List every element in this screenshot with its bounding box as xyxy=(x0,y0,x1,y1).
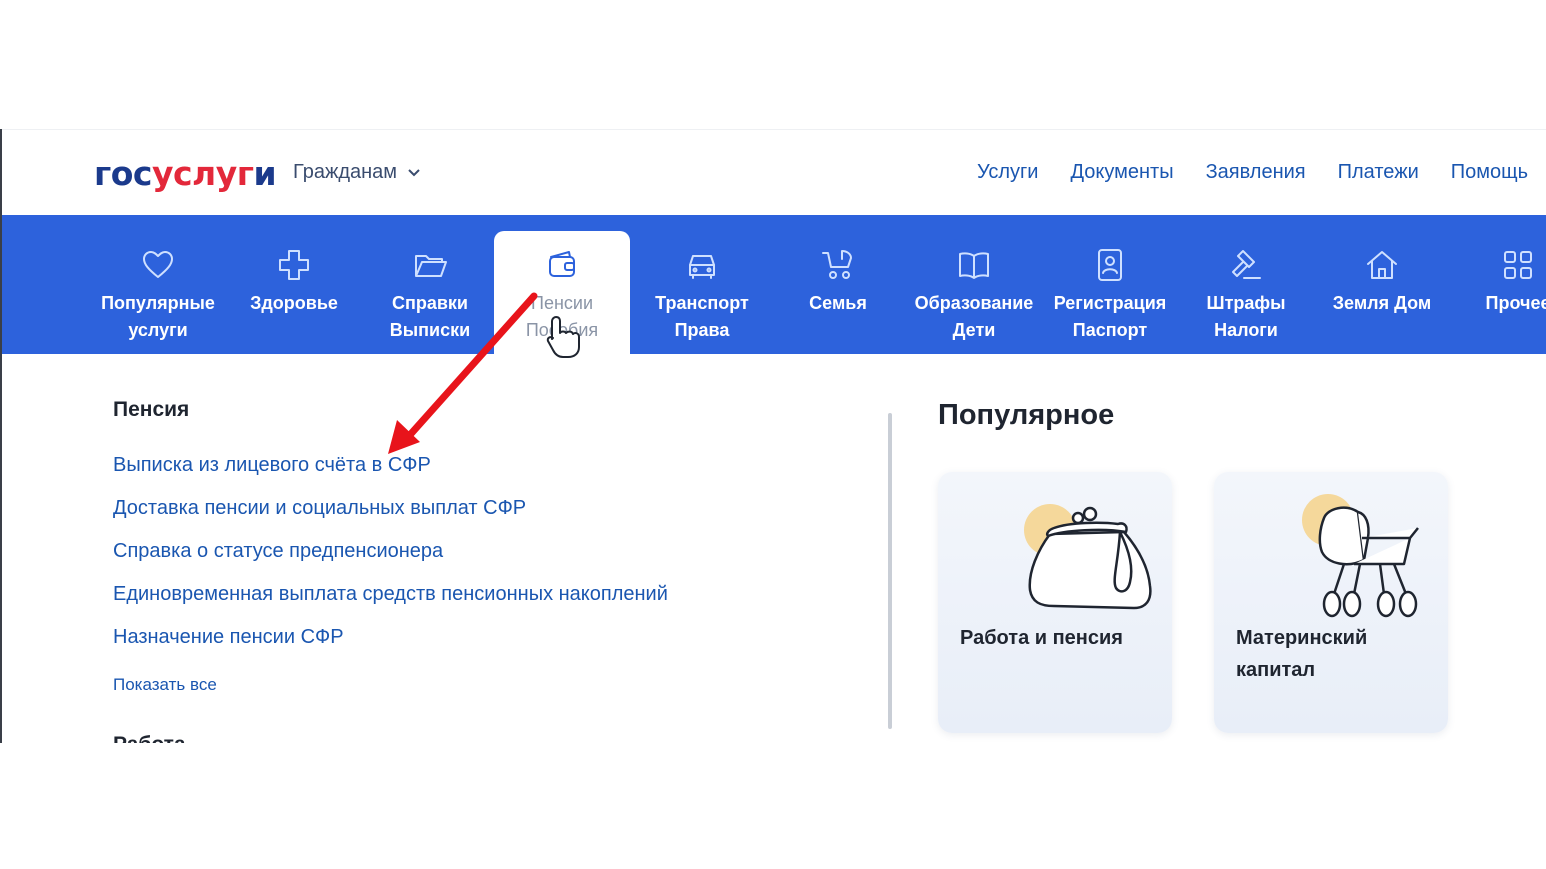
popular-card-work-pension[interactable]: Работа и пенсия xyxy=(938,472,1172,733)
chevron-down-icon xyxy=(408,168,420,176)
folder-icon xyxy=(415,255,447,277)
link-sfr-account-statement[interactable]: Выписка из лицевого счёта в СФР xyxy=(113,451,668,494)
category-health[interactable]: Здоровье xyxy=(226,215,362,354)
nav-applications[interactable]: Заявления xyxy=(1206,161,1306,184)
audience-dropdown-label: Гражданам xyxy=(293,161,398,183)
category-transport-line2: Права xyxy=(674,320,730,340)
id-card-icon xyxy=(1098,249,1122,281)
nav-payments[interactable]: Платежи xyxy=(1338,161,1419,184)
stroller-icon xyxy=(822,250,852,279)
audience-dropdown[interactable]: Гражданам xyxy=(293,161,421,184)
category-pensions-line2: Пособия xyxy=(525,320,599,340)
link-pension-delivery[interactable]: Доставка пенсии и социальных выплат СФР xyxy=(113,494,668,537)
link-pension-assignment[interactable]: Назначение пенсии СФР xyxy=(113,623,668,666)
link-lump-sum-payment[interactable]: Единовременная выплата средств пенсионны… xyxy=(113,580,668,623)
category-certificates[interactable]: Справки Выписки xyxy=(362,215,498,354)
site-header: госуслуги Гражданам Услуги Документы Зая… xyxy=(2,129,1546,215)
category-education-line2: Дети xyxy=(952,320,996,340)
wallet-icon xyxy=(549,251,575,277)
purse-icon xyxy=(1028,506,1152,610)
section-title-pension: Пенсия xyxy=(113,398,190,421)
browser-page: госуслуги Гражданам Услуги Документы Зая… xyxy=(0,129,1546,743)
category-family-line1: Семья xyxy=(809,293,867,313)
baby-carriage-icon xyxy=(1318,506,1419,618)
category-other[interactable]: Прочее xyxy=(1450,215,1546,354)
category-fines[interactable]: Штрафы Налоги xyxy=(1178,215,1314,354)
category-family[interactable]: Семья xyxy=(770,215,906,354)
link-prepensioner-certificate[interactable]: Справка о статусе предпенсионера xyxy=(113,537,668,580)
pension-links-list: Выписка из лицевого счёта в СФР Доставка… xyxy=(113,451,668,666)
gavel-icon xyxy=(1232,250,1261,279)
category-pensions-line1: Пенсии xyxy=(531,293,593,313)
category-bar: Популярные услуги Здоровье Справки Выписки… xyxy=(2,215,1546,354)
heart-icon xyxy=(143,251,173,278)
category-pensions[interactable]: Пенсии Пособия xyxy=(494,231,630,354)
category-transport-line1: Транспорт xyxy=(655,293,749,313)
category-fines-line2: Налоги xyxy=(1214,320,1278,340)
popular-card-maternity-capital[interactable]: Материнский капитал xyxy=(1214,472,1448,733)
scrollbar[interactable] xyxy=(888,413,892,729)
top-navigation: Услуги Документы Заявления Платежи Помощ… xyxy=(977,161,1528,184)
show-all-link[interactable]: Показать все xyxy=(113,675,217,695)
category-certificates-line2: Выписки xyxy=(389,320,471,340)
category-other-line1: Прочее xyxy=(1485,293,1546,313)
category-health-line1: Здоровье xyxy=(250,293,338,313)
gosuslugi-logo[interactable]: госуслуги xyxy=(94,154,277,193)
house-icon xyxy=(1367,251,1397,279)
category-transport[interactable]: Транспорт Права xyxy=(634,215,770,354)
category-certificates-line1: Справки xyxy=(391,293,469,313)
nav-services[interactable]: Услуги xyxy=(977,161,1039,184)
car-icon xyxy=(689,255,715,279)
category-land-house-line1: Земля Дом xyxy=(1332,293,1432,313)
category-popular-line1: Популярные xyxy=(101,293,215,313)
category-education-line1: Образование xyxy=(914,293,1034,313)
category-popular-line2: услуги xyxy=(128,320,188,340)
grid-icon xyxy=(1504,251,1532,279)
nav-documents[interactable]: Документы xyxy=(1070,161,1173,184)
category-popular[interactable]: Популярные услуги xyxy=(90,215,226,354)
category-registration-line1: Регистрация xyxy=(1053,293,1167,313)
category-registration[interactable]: Регистрация Паспорт xyxy=(1042,215,1178,354)
popular-title: Популярное xyxy=(938,399,1115,431)
book-icon xyxy=(959,252,989,279)
popular-card-maternity-capital-label: Материнский капитал xyxy=(1236,627,1368,681)
section-title-work: Работа xyxy=(113,733,186,743)
category-registration-line2: Паспорт xyxy=(1072,320,1148,340)
nav-help[interactable]: Помощь xyxy=(1451,161,1528,184)
cross-icon xyxy=(279,250,309,280)
popular-card-work-pension-label: Работа и пенсия xyxy=(960,627,1123,649)
category-fines-line1: Штрафы xyxy=(1206,293,1286,313)
category-land-house[interactable]: Земля Дом xyxy=(1314,215,1450,354)
category-education[interactable]: Образование Дети xyxy=(906,215,1042,354)
